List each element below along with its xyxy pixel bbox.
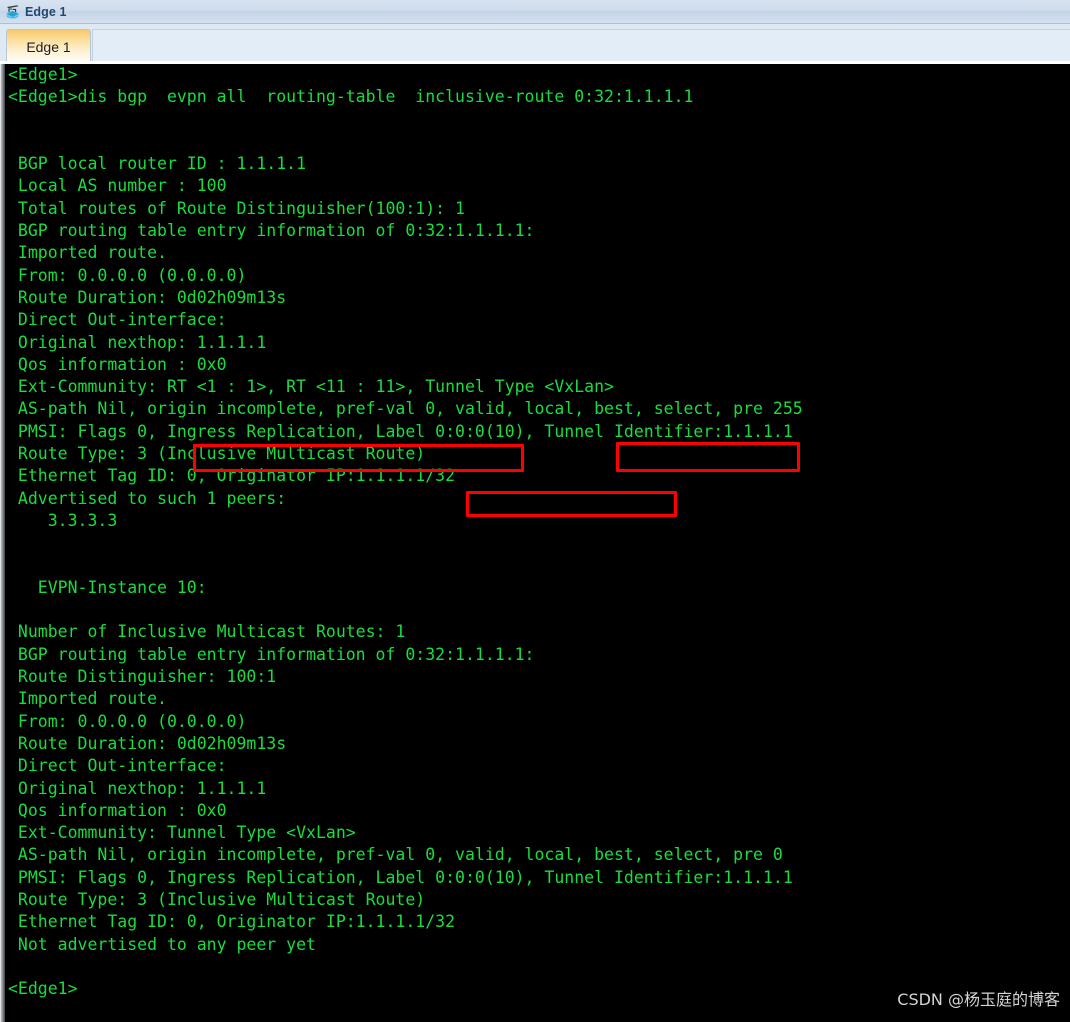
terminal-line: Original nexthop: 1.1.1.1: [8, 332, 267, 352]
window-title: Edge 1: [25, 4, 67, 19]
terminal-line: Route Duration: 0d02h09m13s: [8, 287, 287, 307]
terminal-pane[interactable]: <Edge1> <Edge1>dis bgp evpn all routing-t…: [0, 64, 1070, 1022]
terminal-line: Ethernet Tag ID: 0, Originator IP:1.1.1.…: [8, 912, 456, 932]
terminal-line: <Edge1>dis bgp evpn all routing-table in…: [8, 87, 694, 107]
terminal-line: Route Type: 3 (Inclusive Multicast Route…: [8, 444, 426, 464]
terminal-line: Total routes of Route Distinguisher(100:…: [8, 198, 465, 218]
window-titlebar: Edge 1: [0, 0, 1070, 24]
terminal-line: Direct Out-interface:: [8, 756, 227, 776]
terminal-line: AS-path Nil, origin incomplete, pref-val…: [8, 845, 783, 865]
terminal-line: PMSI: Flags 0, Ingress Replication, Labe…: [8, 421, 793, 441]
terminal-line: BGP routing table entry information of 0…: [8, 221, 535, 241]
terminal-line: Route Distinguisher: 100:1: [8, 667, 277, 687]
terminal-line: BGP local router ID : 1.1.1.1: [8, 154, 307, 174]
terminal-line: Qos information : 0x0: [8, 800, 227, 820]
terminal-line: Ext-Community: RT <1 : 1>, RT <11 : 11>,…: [8, 377, 614, 397]
terminal-output[interactable]: <Edge1> <Edge1>dis bgp evpn all routing-t…: [5, 64, 1070, 1022]
terminal-line: EVPN-Instance 10:: [8, 577, 207, 597]
tab-strip: Edge 1: [0, 24, 1070, 64]
terminal-line: Local AS number : 100: [8, 176, 227, 196]
terminal-line: BGP routing table entry information of 0…: [8, 644, 535, 664]
tab-label: Edge 1: [26, 39, 71, 55]
terminal-line: Ext-Community: Tunnel Type <VxLan>: [8, 823, 356, 843]
tab-strip-empty-area: [92, 29, 1070, 63]
terminal-line: Ethernet Tag ID: 0, Originator IP:1.1.1.…: [8, 466, 456, 486]
terminal-line: Advertised to such 1 peers:: [8, 488, 287, 508]
terminal-line: Number of Inclusive Multicast Routes: 1: [8, 622, 406, 642]
tab-edge-1[interactable]: Edge 1: [6, 29, 91, 64]
terminal-line: AS-path Nil, origin incomplete, pref-val…: [8, 399, 803, 419]
terminal-window: Edge 1 Edge 1 <Edge1> <Edge1>dis bgp evpn…: [0, 0, 1070, 1022]
terminal-line: Route Duration: 0d02h09m13s: [8, 733, 287, 753]
terminal-line: Original nexthop: 1.1.1.1: [8, 778, 267, 798]
terminal-line: <Edge1>: [8, 65, 78, 84]
terminal-line: Direct Out-interface:: [8, 310, 227, 330]
terminal-line: From: 0.0.0.0 (0.0.0.0): [8, 265, 247, 285]
terminal-line: Not advertised to any peer yet: [8, 934, 316, 954]
terminal-line: Imported route.: [8, 243, 167, 263]
terminal-line: From: 0.0.0.0 (0.0.0.0): [8, 711, 247, 731]
watermark-text: CSDN @杨玉庭的博客: [897, 990, 1060, 1009]
terminal-line: Imported route.: [8, 689, 167, 709]
router-device-icon: [4, 3, 22, 21]
terminal-line: Route Type: 3 (Inclusive Multicast Route…: [8, 889, 426, 909]
terminal-line: 3.3.3.3: [8, 510, 118, 530]
terminal-line: Qos information : 0x0: [8, 354, 227, 374]
terminal-line: PMSI: Flags 0, Ingress Replication, Labe…: [8, 867, 793, 887]
